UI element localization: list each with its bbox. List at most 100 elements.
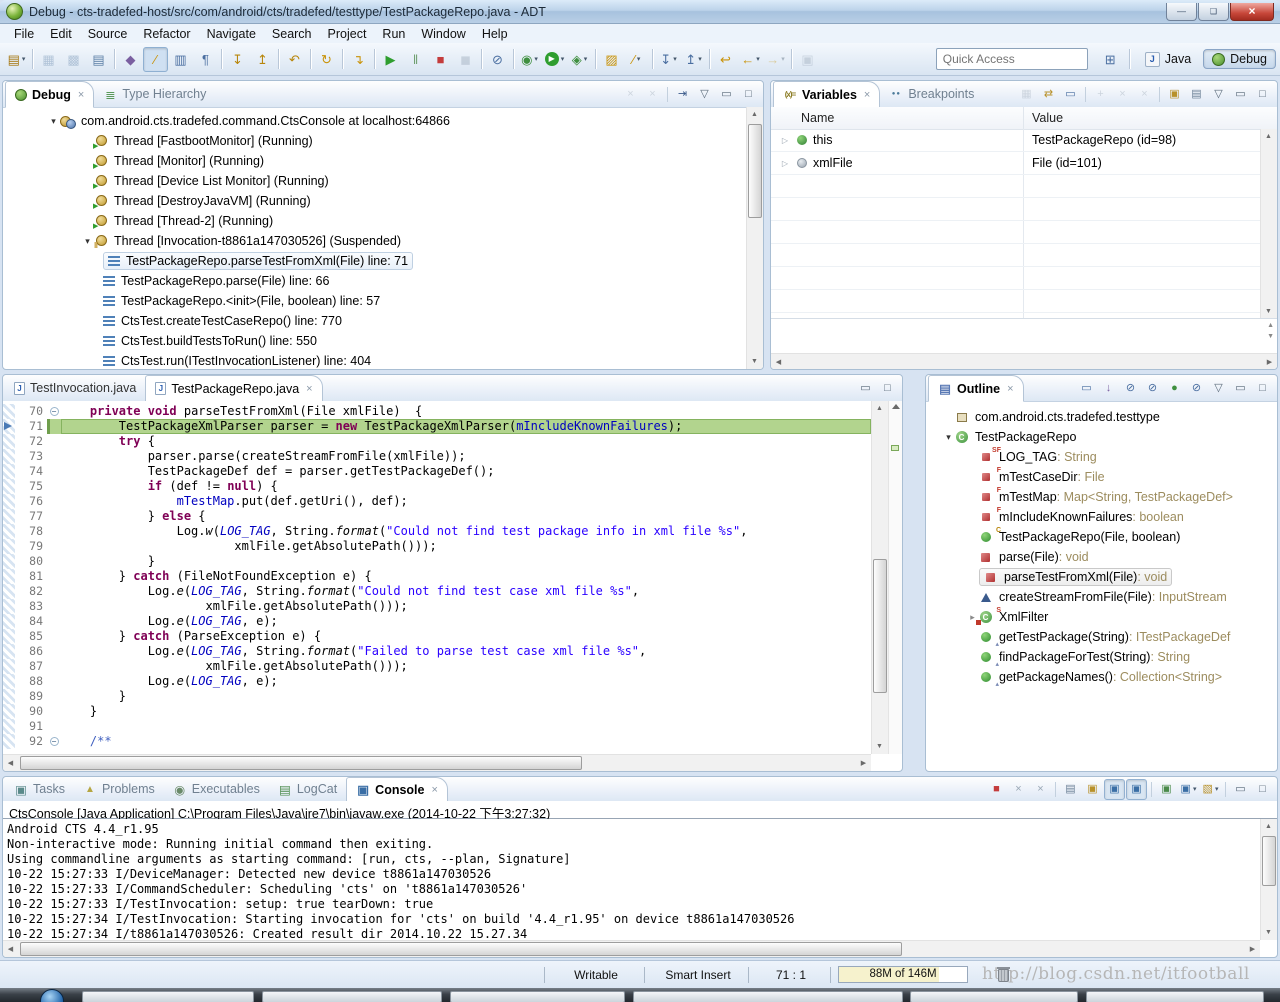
maximize-icon[interactable]: □ — [1252, 84, 1273, 105]
code-line[interactable]: 81 } catch (FileNotFoundException e) { — [3, 569, 871, 584]
code-text[interactable]: xmlFile.getAbsolutePath())); — [61, 599, 871, 614]
console-horizontal-scrollbar[interactable] — [3, 940, 1260, 957]
scroll-thumb[interactable] — [20, 756, 582, 770]
perspective-java-button[interactable]: Java — [1136, 49, 1200, 70]
show-stdout-icon[interactable]: ▣ — [1104, 779, 1125, 800]
tab-variables[interactable]: Variables — [773, 81, 880, 108]
outline-row[interactable]: FmTestCaseDir : File — [926, 467, 1277, 487]
maximize-icon[interactable]: □ — [1252, 378, 1273, 399]
show-source-icon[interactable]: ▥ — [168, 47, 193, 72]
close-window-button[interactable] — [1230, 3, 1274, 21]
scroll-right-icon[interactable] — [1245, 941, 1260, 956]
outline-row[interactable]: CTestPackageRepo(File, boolean) — [926, 527, 1277, 547]
scroll-up-icon[interactable] — [872, 401, 887, 416]
close-tab-icon[interactable] — [306, 383, 312, 395]
collapse-all-icon[interactable]: ▭ — [1076, 378, 1097, 399]
menu-run[interactable]: Run — [374, 27, 413, 41]
scroll-up-icon[interactable] — [747, 107, 762, 122]
fold-column[interactable] — [47, 734, 61, 749]
checkout-icon[interactable]: ↧ — [656, 47, 681, 72]
mark-occurrences-icon[interactable]: ∕ — [143, 47, 168, 72]
minimize-icon[interactable]: ▭ — [1230, 84, 1251, 105]
close-tab-icon[interactable] — [78, 89, 84, 101]
terminate-icon[interactable]: ■ — [428, 47, 453, 72]
code-line[interactable]: 75 if (def != null) { — [3, 479, 871, 494]
taskbar-button[interactable] — [262, 991, 442, 1002]
outline-row[interactable]: SXmlFilter — [926, 607, 1277, 627]
annotation-ruler[interactable] — [3, 644, 15, 659]
scroll-down-icon[interactable] — [872, 739, 887, 754]
expand-icon[interactable] — [779, 136, 791, 145]
outline-row[interactable]: parseTestFromXml(File) : void — [926, 567, 1277, 587]
annotation-ruler[interactable] — [3, 569, 15, 584]
taskbar-button[interactable] — [633, 991, 903, 1002]
outline-row[interactable]: findPackageForTest(String) : String — [926, 647, 1277, 667]
scroll-down-icon[interactable] — [1261, 304, 1276, 319]
variables-vertical-scrollbar[interactable] — [1260, 129, 1277, 319]
code-line[interactable]: 91 — [3, 719, 871, 734]
code-line[interactable]: 72 try { — [3, 434, 871, 449]
fold-column[interactable] — [47, 479, 61, 494]
detail-scroll-icons[interactable]: ▲▼ — [1267, 322, 1274, 340]
annotation-ruler[interactable] — [3, 659, 15, 674]
code-text[interactable]: } catch (FileNotFoundException e) { — [61, 569, 871, 584]
remove-launch-icon[interactable]: × — [1008, 779, 1029, 800]
quick-access-input[interactable] — [936, 48, 1088, 70]
garbage-collect-icon[interactable] — [998, 969, 1009, 982]
taskbar-button[interactable] — [82, 991, 254, 1002]
editor-vertical-scrollbar[interactable] — [871, 401, 888, 754]
code-line[interactable]: 86 Log.e(LOG_TAG, String.format("Failed … — [3, 644, 871, 659]
minimize-icon[interactable]: ▭ — [1230, 779, 1251, 800]
tree-row[interactable]: CtsTest.run(ITestInvocationListener) lin… — [3, 351, 746, 369]
close-tab-icon[interactable] — [431, 784, 437, 796]
annotation-ruler[interactable] — [3, 539, 15, 554]
outline-row[interactable]: com.android.cts.tradefed.testtype — [926, 407, 1277, 427]
code-line[interactable]: 80 } — [3, 554, 871, 569]
variable-row[interactable]: xmlFileFile (id=101) — [771, 152, 1260, 175]
terminate-icon[interactable]: ■ — [986, 779, 1007, 800]
menu-window[interactable]: Window — [413, 27, 473, 41]
scroll-right-icon[interactable] — [856, 755, 871, 770]
back-icon[interactable]: ← — [738, 47, 763, 72]
annotation-ruler[interactable] — [3, 494, 15, 509]
code-line[interactable]: 76 mTestMap.put(def.getUri(), def); — [3, 494, 871, 509]
code-text[interactable]: try { — [61, 434, 871, 449]
fold-column[interactable] — [47, 599, 61, 614]
fold-column[interactable] — [47, 539, 61, 554]
fold-column[interactable] — [47, 404, 61, 419]
variables-detail-pane[interactable]: ▲▼ — [771, 318, 1277, 353]
code-text[interactable]: parser.parse(createStreamFromFile(xmlFil… — [61, 449, 871, 464]
open-perspective-icon[interactable]: ⊞ — [1098, 47, 1123, 72]
annotation-ruler[interactable] — [3, 719, 15, 734]
annotation-ruler[interactable] — [3, 479, 15, 494]
scroll-left-icon[interactable] — [3, 941, 18, 956]
code-line[interactable]: 89 } — [3, 689, 871, 704]
maximize-icon[interactable]: □ — [738, 84, 759, 105]
outline-row[interactable]: getTestPackage(String) : ITestPackageDef — [926, 627, 1277, 647]
tree-row[interactable]: TestPackageRepo.<init>(File, boolean) li… — [3, 291, 746, 311]
hide-local-types-icon[interactable]: ⊘ — [1186, 378, 1207, 399]
fold-column[interactable] — [47, 584, 61, 599]
tab-executables[interactable]: Executables — [164, 777, 269, 801]
skip-breakpoints-icon[interactable]: ⊘ — [485, 47, 510, 72]
annotation-ruler[interactable] — [3, 674, 15, 689]
coverage-icon[interactable]: ∕ — [624, 47, 649, 72]
scroll-up-icon[interactable] — [1261, 129, 1276, 144]
hide-static-icon[interactable]: ⊘ — [1142, 378, 1163, 399]
windows-taskbar[interactable] — [0, 988, 1280, 1002]
tab-logcat[interactable]: LogCat — [269, 777, 346, 801]
start-button[interactable] — [40, 989, 64, 1002]
next-annotation-icon[interactable]: ↧ — [225, 47, 250, 72]
show-command-line-icon[interactable]: ⇥ — [672, 84, 693, 105]
outline-row[interactable]: FmIncludeKnownFailures : boolean — [926, 507, 1277, 527]
back-to-last-edit-icon[interactable]: ↩ — [713, 47, 738, 72]
minimize-window-button[interactable] — [1166, 3, 1197, 21]
fold-column[interactable] — [47, 629, 61, 644]
scroll-up-icon[interactable] — [1261, 819, 1276, 834]
maximize-icon[interactable]: □ — [1252, 779, 1273, 800]
variables-horizontal-scrollbar[interactable] — [771, 353, 1277, 369]
tree-row[interactable]: Thread [DestroyJavaVM] (Running) — [3, 191, 746, 211]
fold-column[interactable] — [47, 464, 61, 479]
minimize-icon[interactable]: ▭ — [1230, 378, 1251, 399]
annotation-ruler[interactable] — [3, 584, 15, 599]
